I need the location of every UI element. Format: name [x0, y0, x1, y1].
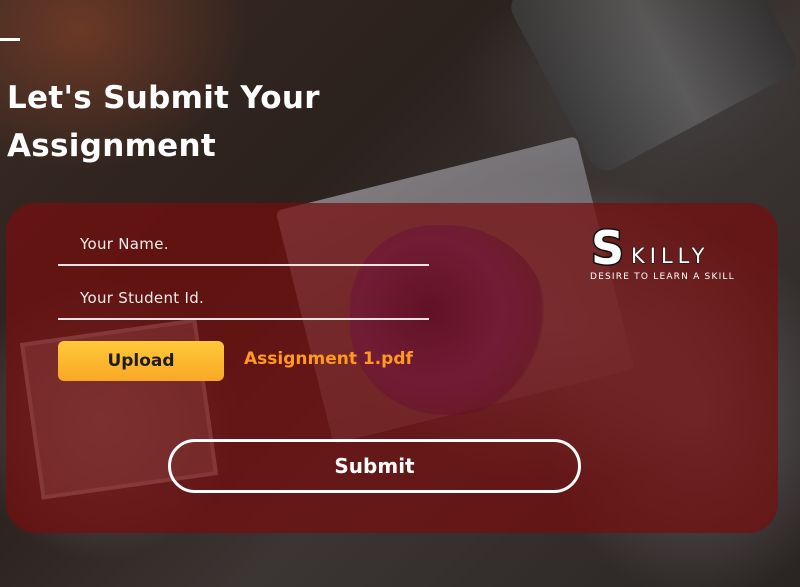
- student-id-field: [58, 278, 429, 320]
- name-field: [58, 224, 429, 266]
- logo-letter: S: [589, 220, 625, 277]
- logo-wordmark: KILLY: [630, 244, 710, 269]
- name-input[interactable]: [58, 224, 429, 264]
- student-id-input[interactable]: [58, 278, 429, 318]
- submission-form-card: Upload Assignment 1.pdf Submit S KILLY D…: [6, 203, 778, 533]
- submit-button[interactable]: Submit: [168, 439, 581, 493]
- logo-tagline: DESIRE TO LEARN A SKILL: [590, 272, 735, 282]
- upload-button[interactable]: Upload: [58, 341, 224, 381]
- skilly-logo: S KILLY DESIRE TO LEARN A SKILL: [589, 220, 749, 287]
- title-accent-dash: [0, 38, 20, 41]
- uploaded-file-name: Assignment 1.pdf: [244, 349, 413, 369]
- page-title: Let's Submit Your Assignment: [7, 80, 320, 164]
